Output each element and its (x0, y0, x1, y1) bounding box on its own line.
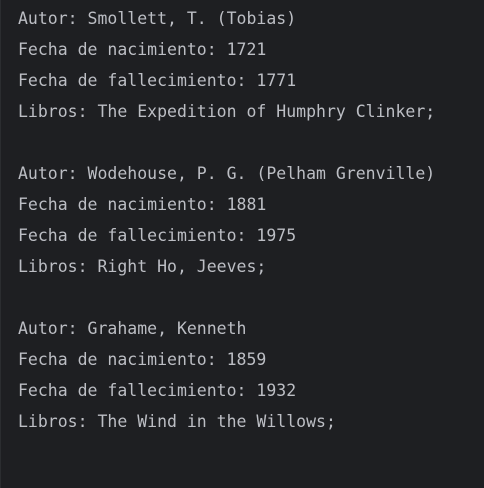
author-line: Autor: Grahame, Kenneth (18, 319, 247, 338)
death-year-line: Fecha de fallecimiento: 1975 (18, 226, 297, 245)
console-output: Autor: Smollett, T. (Tobias) Fecha de na… (18, 3, 435, 437)
author-record: Autor: Wodehouse, P. G. (Pelham Grenvill… (18, 158, 435, 282)
author-line: Autor: Smollett, T. (Tobias) (18, 9, 297, 28)
death-year-line: Fecha de fallecimiento: 1771 (18, 71, 297, 90)
author-record: Autor: Grahame, Kenneth Fecha de nacimie… (18, 313, 435, 437)
books-line: Libros: Right Ho, Jeeves; (18, 257, 267, 276)
author-record: Autor: Smollett, T. (Tobias) Fecha de na… (18, 3, 435, 127)
books-line: Libros: The Wind in the Willows; (18, 412, 336, 431)
author-line: Autor: Wodehouse, P. G. (Pelham Grenvill… (18, 164, 436, 183)
books-line: Libros: The Expedition of Humphry Clinke… (18, 102, 436, 121)
birth-year-line: Fecha de nacimiento: 1881 (18, 195, 267, 214)
birth-year-line: Fecha de nacimiento: 1721 (18, 40, 267, 59)
console-output-panel: Autor: Smollett, T. (Tobias) Fecha de na… (0, 0, 484, 488)
death-year-line: Fecha de fallecimiento: 1932 (18, 381, 297, 400)
birth-year-line: Fecha de nacimiento: 1859 (18, 350, 267, 369)
